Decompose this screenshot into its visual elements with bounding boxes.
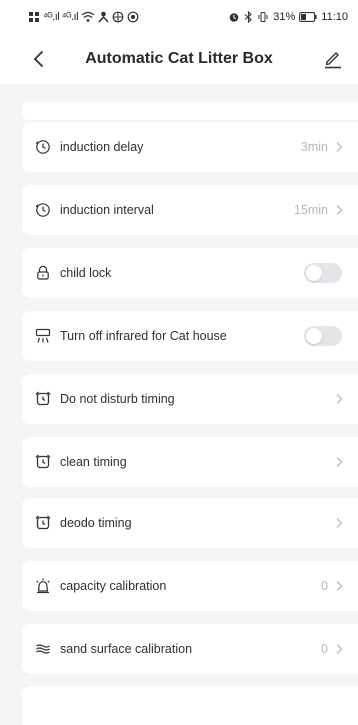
- child-lock-toggle[interactable]: [304, 263, 342, 283]
- row-label: Do not disturb timing: [60, 392, 175, 406]
- row-sand-surface-calibration[interactable]: sand surface calibration 0: [22, 624, 358, 674]
- bottom-card-edge: [22, 686, 358, 725]
- row-value: 0: [321, 579, 328, 593]
- alarm-icon: [229, 13, 239, 22]
- clock-icon: [35, 140, 50, 154]
- chevron-right-icon: [336, 581, 343, 591]
- row-infrared: Turn off infrared for Cat house: [22, 311, 358, 361]
- signal-text: ⁴ᴳ.ıl ⁴ᴳ.ıl: [43, 11, 79, 23]
- row-value: 15min: [293, 203, 328, 217]
- row-deodo-timing[interactable]: deodo timing: [22, 498, 358, 548]
- page-title: Automatic Cat Litter Box: [85, 50, 273, 67]
- row-clean-timing[interactable]: clean timing: [22, 437, 358, 487]
- row-induction-delay[interactable]: induction delay 3min: [22, 122, 358, 172]
- row-label: child lock: [60, 266, 112, 280]
- person-icon: [98, 11, 109, 23]
- back-button[interactable]: [26, 46, 50, 72]
- alarm-clock-icon: [35, 454, 51, 469]
- chevron-right-icon: [336, 142, 343, 152]
- row-label: induction delay: [60, 140, 144, 154]
- infrared-icon: [35, 328, 51, 343]
- row-do-not-disturb[interactable]: Do not disturb timing: [22, 374, 358, 424]
- lock-icon: [37, 265, 49, 280]
- bell-icon: [36, 578, 50, 594]
- row-label: capacity calibration: [60, 579, 167, 593]
- row-label: clean timing: [60, 455, 127, 469]
- status-bar: ⁴ᴳ.ıl ⁴ᴳ.ıl 31% 11:10: [0, 0, 358, 34]
- alarm-clock-icon: [35, 391, 51, 406]
- sim-icon: [29, 12, 39, 22]
- wifi-icon: [81, 11, 95, 22]
- chevron-right-icon: [336, 394, 343, 404]
- bluetooth-icon: [244, 11, 253, 23]
- toggle-knob: [306, 328, 322, 344]
- row-label: deodo timing: [60, 516, 132, 530]
- target-icon: [127, 11, 139, 23]
- header: Automatic Cat Litter Box: [0, 34, 358, 84]
- status-right: 31% 11:10: [228, 11, 348, 23]
- settings-list: induction delay 3min induction interval …: [0, 84, 358, 725]
- vibrate-icon: [258, 12, 268, 22]
- row-induction-interval[interactable]: induction interval 15min: [22, 185, 358, 235]
- chevron-right-icon: [336, 205, 343, 215]
- status-time: 11:10: [321, 11, 348, 23]
- row-child-lock: child lock: [22, 248, 358, 298]
- row-value: 3min: [300, 140, 328, 154]
- battery-icon: [299, 12, 317, 22]
- row-capacity-calibration[interactable]: capacity calibration 0: [22, 561, 358, 611]
- chevron-left-icon: [33, 51, 43, 67]
- row-label: sand surface calibration: [60, 642, 193, 656]
- top-card-edge: [22, 102, 358, 120]
- chevron-right-icon: [336, 457, 343, 467]
- clock-icon: [35, 203, 50, 217]
- toggle-knob: [306, 265, 322, 281]
- infrared-toggle[interactable]: [304, 326, 342, 346]
- row-value: 0: [321, 642, 328, 656]
- status-left: ⁴ᴳ.ıl ⁴ᴳ.ıl: [28, 11, 139, 23]
- row-label: Turn off infrared for Cat house: [60, 329, 227, 343]
- alarm-clock-icon: [35, 515, 51, 530]
- chevron-right-icon: [336, 518, 343, 528]
- chevron-right-icon: [336, 644, 343, 654]
- pencil-icon: [325, 52, 341, 69]
- globe-icon: [112, 11, 124, 23]
- row-label: induction interval: [60, 203, 154, 217]
- battery-percent: 31%: [273, 11, 296, 23]
- edit-button[interactable]: [322, 48, 344, 70]
- waves-icon: [36, 644, 50, 654]
